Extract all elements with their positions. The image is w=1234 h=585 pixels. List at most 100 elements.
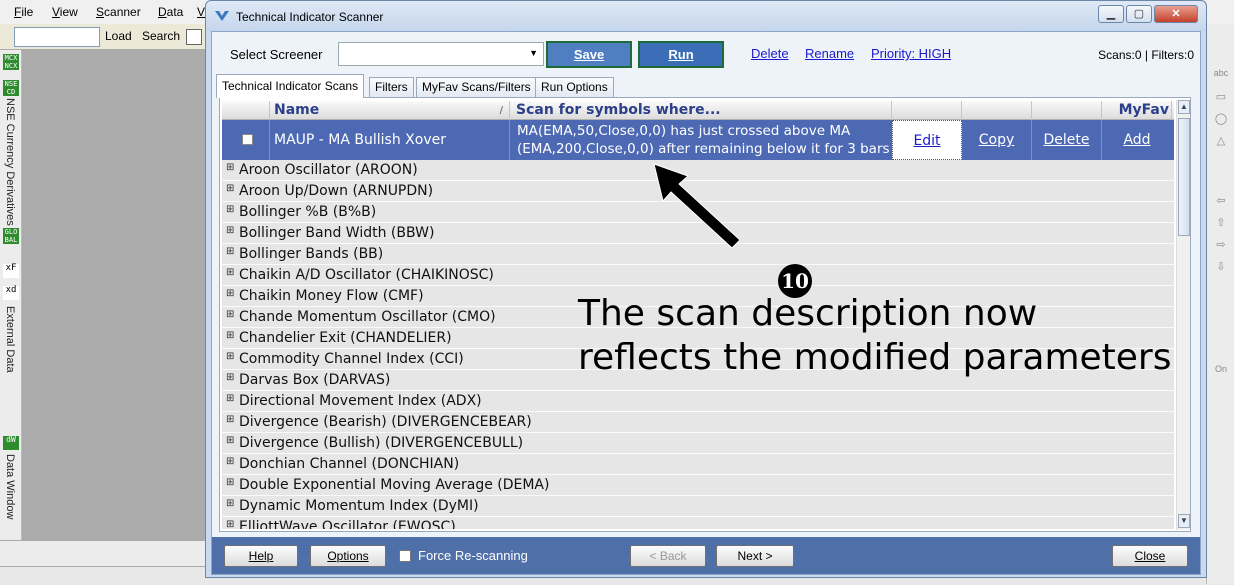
- vertical-scrollbar[interactable]: ▲ ▼: [1176, 100, 1190, 530]
- indicator-row[interactable]: ⊞ Divergence (Bearish) (DIVERGENCEBEAR): [222, 412, 1174, 433]
- drawing-toolbar: [0, 540, 210, 566]
- expand-icon[interactable]: ⊞: [226, 372, 234, 383]
- chevron-down-icon: ▼: [529, 48, 538, 58]
- function-icon[interactable]: xF: [3, 264, 19, 278]
- indicator-row[interactable]: ⊞ Donchian Channel (DONCHIAN): [222, 454, 1174, 475]
- add-favorite-link[interactable]: Add: [1102, 120, 1172, 160]
- expand-icon[interactable]: ⊞: [226, 393, 234, 404]
- save-button[interactable]: Save: [546, 41, 632, 68]
- expand-icon[interactable]: ⊞: [226, 183, 234, 194]
- chart-area: [22, 50, 208, 540]
- annotation-line2: reflects the modified parameters: [578, 337, 1172, 378]
- menu-scanner[interactable]: Scanner: [96, 5, 141, 19]
- search-button[interactable]: Search: [142, 29, 180, 43]
- expand-icon[interactable]: ⊞: [226, 414, 234, 425]
- scroll-down-icon[interactable]: ▼: [1178, 514, 1190, 528]
- load-button[interactable]: Load: [105, 29, 132, 43]
- derivative-icon[interactable]: xd: [3, 286, 19, 300]
- scans-count: Scans:0 | Filters:0: [1098, 48, 1194, 62]
- help-button[interactable]: Help: [224, 545, 298, 567]
- priority-link[interactable]: Priority: HIGH: [871, 46, 951, 61]
- expand-icon[interactable]: ⊞: [226, 267, 234, 278]
- scan-description: MA(EMA,50,Close,0,0) has just crossed ab…: [517, 122, 897, 158]
- expand-icon[interactable]: ⊞: [226, 498, 234, 509]
- indicator-label: Commodity Channel Index (CCI): [239, 351, 464, 367]
- select-screener-label: Select Screener: [230, 47, 323, 62]
- expand-icon[interactable]: ⊞: [226, 225, 234, 236]
- data-window-icon[interactable]: dW: [3, 436, 19, 450]
- indicator-row[interactable]: ⊞ Chaikin A/D Oscillator (CHAIKINOSC): [222, 265, 1174, 286]
- indicator-label: Bollinger %B (B%B): [239, 204, 377, 220]
- expand-icon[interactable]: ⊞: [226, 477, 234, 488]
- expand-icon[interactable]: ⊞: [226, 309, 234, 320]
- triangle-icon[interactable]: △: [1213, 134, 1229, 150]
- tab-run-options[interactable]: Run Options: [535, 77, 614, 97]
- mcx-badge-icon[interactable]: MCX NCX: [3, 54, 19, 70]
- expand-icon[interactable]: ⊞: [226, 456, 234, 467]
- delete-scan-link[interactable]: Delete: [1032, 120, 1102, 160]
- screener-dropdown[interactable]: ▼: [338, 42, 544, 66]
- indicator-label: Chande Momentum Oscillator (CMO): [239, 309, 496, 325]
- next-button[interactable]: Next >: [716, 545, 794, 567]
- dialog-titlebar[interactable]: Technical Indicator Scanner ▁ ▢ ✕: [206, 1, 1206, 31]
- indicator-label: Dynamic Momentum Index (DyMI): [239, 498, 479, 514]
- indicator-label: Divergence (Bullish) (DIVERGENCEBULL): [239, 435, 524, 451]
- copy-link[interactable]: Copy: [962, 120, 1032, 160]
- tab-technical-indicator-scans[interactable]: Technical Indicator Scans: [216, 74, 365, 98]
- close-button[interactable]: Close: [1112, 545, 1188, 567]
- expand-icon[interactable]: ⊞: [226, 288, 234, 299]
- global-badge-icon[interactable]: GLO BAL: [3, 228, 19, 244]
- header-scan[interactable]: Scan for symbols where...: [510, 101, 892, 120]
- delete-link[interactable]: Delete: [751, 46, 789, 61]
- menu-view[interactable]: View: [52, 5, 78, 19]
- tab-filters[interactable]: Filters: [369, 77, 414, 97]
- arrow-down-icon[interactable]: ⇩: [1213, 260, 1229, 276]
- header-name[interactable]: Name /: [270, 101, 510, 120]
- back-button[interactable]: < Back: [630, 545, 706, 567]
- symbol-input[interactable]: [14, 27, 100, 47]
- expand-icon[interactable]: ⊞: [226, 330, 234, 341]
- arrow-up-icon[interactable]: ⇧: [1213, 216, 1229, 232]
- tab-myfav[interactable]: MyFav Scans/Filters: [416, 77, 537, 97]
- menu-file[interactable]: File: [14, 5, 33, 19]
- menu-more[interactable]: V: [197, 5, 205, 19]
- arrow-left-icon[interactable]: ⇦: [1213, 194, 1229, 210]
- selected-scan-row[interactable]: MAUP - MA Bullish Xover MA(EMA,50,Close,…: [222, 120, 1174, 160]
- edit-link[interactable]: Edit: [892, 120, 962, 160]
- expand-icon[interactable]: ⊞: [226, 246, 234, 257]
- sidebar-label-data-window[interactable]: Data Window: [4, 454, 16, 519]
- run-button[interactable]: Run: [638, 41, 724, 68]
- indicator-row[interactable]: ⊞ Double Exponential Moving Average (DEMA…: [222, 475, 1174, 496]
- force-rescan-checkbox[interactable]: [399, 550, 411, 562]
- indicator-row[interactable]: ⊞ ElliottWave Oscillator (EWOSC): [222, 517, 1174, 529]
- scroll-up-icon[interactable]: ▲: [1178, 100, 1190, 114]
- chart-tool-icon[interactable]: [186, 29, 202, 45]
- expand-icon[interactable]: ⊞: [226, 162, 234, 173]
- indicator-label: Divergence (Bearish) (DIVERGENCEBEAR): [239, 414, 532, 430]
- scroll-thumb[interactable]: [1178, 118, 1190, 236]
- expand-icon[interactable]: ⊞: [226, 351, 234, 362]
- minimize-icon[interactable]: ▁: [1098, 5, 1124, 23]
- ellipse-icon[interactable]: ◯: [1213, 112, 1229, 128]
- arrow-right-icon[interactable]: ⇨: [1213, 238, 1229, 254]
- expand-icon[interactable]: ⊞: [226, 204, 234, 215]
- maximize-icon[interactable]: ▢: [1126, 5, 1152, 23]
- rename-link[interactable]: Rename: [805, 46, 854, 61]
- header-name-label: Name: [274, 102, 320, 118]
- header-myfav[interactable]: MyFav: [1102, 101, 1172, 120]
- sidebar-label-external[interactable]: External Data: [4, 306, 16, 373]
- rectangle-icon[interactable]: ▭: [1213, 90, 1229, 106]
- sidebar-label-currency[interactable]: NSE Currency Derivatives: [4, 98, 16, 226]
- indicator-row[interactable]: ⊞ Divergence (Bullish) (DIVERGENCEBULL): [222, 433, 1174, 454]
- indicator-row[interactable]: ⊞ Directional Movement Index (ADX): [222, 391, 1174, 412]
- window-close-icon[interactable]: ✕: [1154, 5, 1198, 23]
- menu-data[interactable]: Data: [158, 5, 183, 19]
- on-toggle-icon[interactable]: On: [1213, 364, 1229, 380]
- expand-icon[interactable]: ⊞: [226, 435, 234, 446]
- expand-icon[interactable]: ⊞: [226, 519, 234, 529]
- options-button[interactable]: Options: [310, 545, 386, 567]
- indicator-row[interactable]: ⊞ Dynamic Momentum Index (DyMI): [222, 496, 1174, 517]
- abc-icon[interactable]: abc: [1213, 68, 1229, 84]
- nse-cd-badge-icon[interactable]: NSE CD: [3, 80, 19, 96]
- row-checkbox[interactable]: [242, 134, 253, 145]
